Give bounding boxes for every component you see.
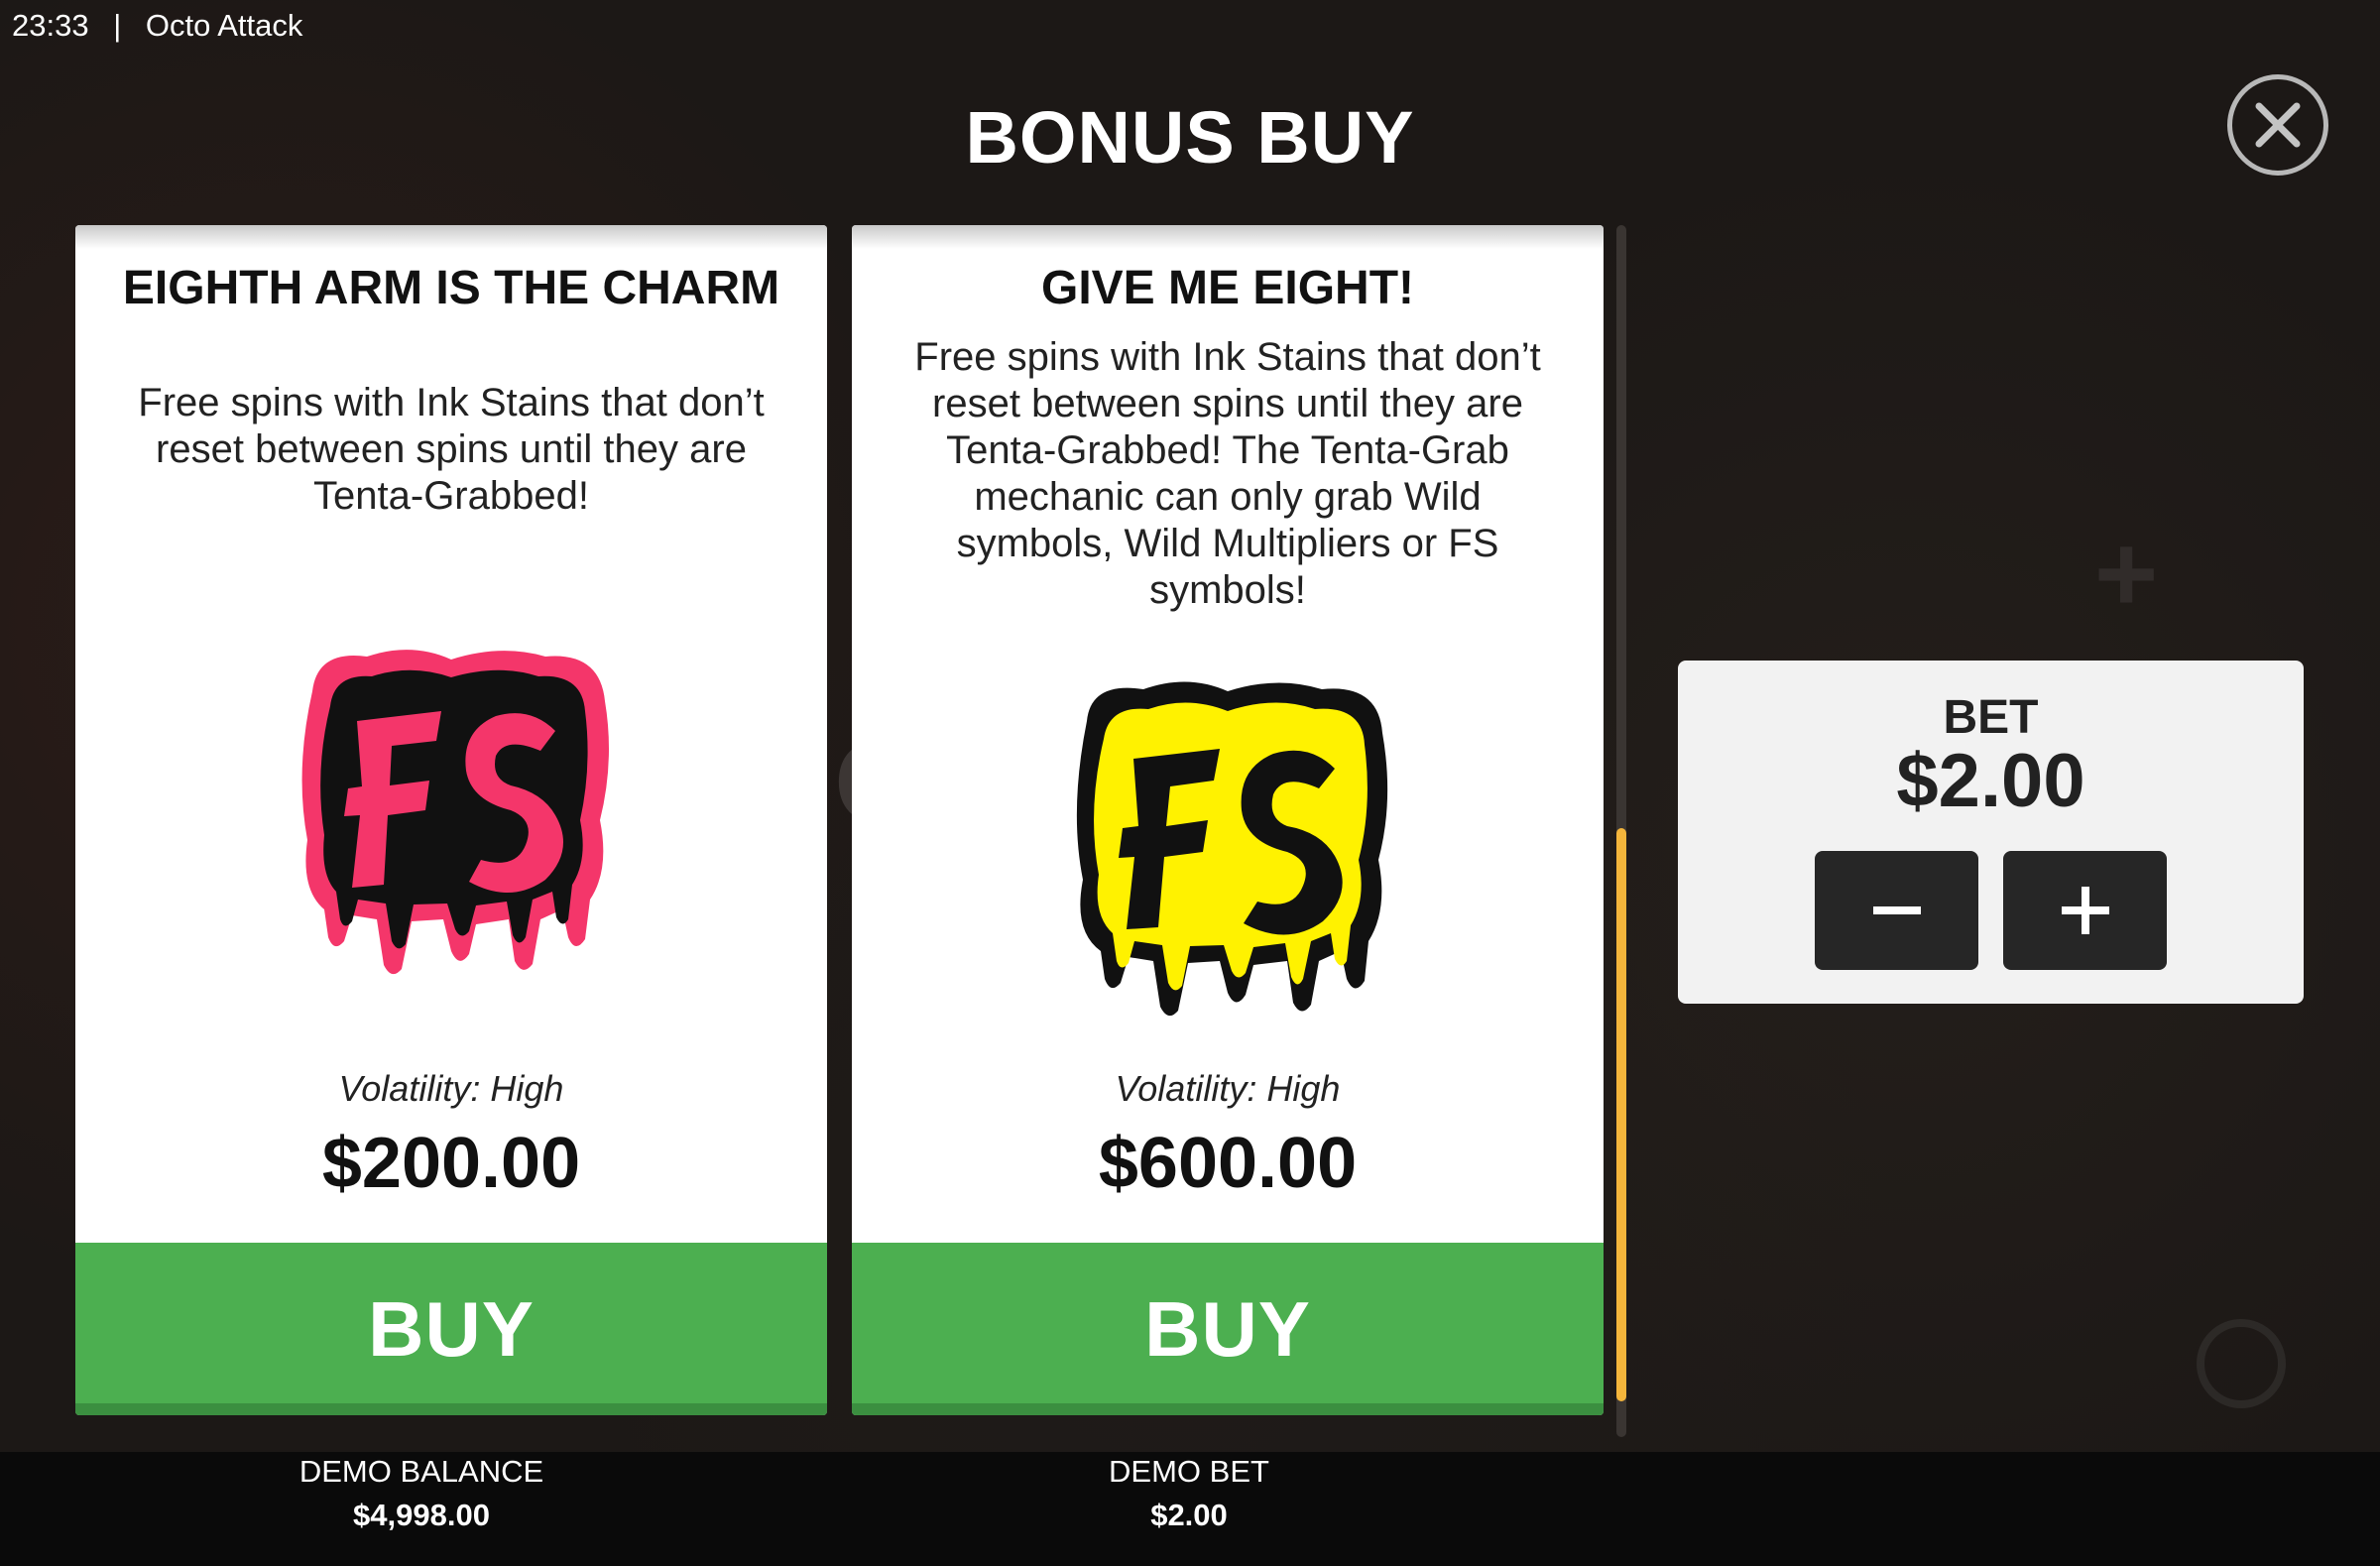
decrease-bet-button[interactable] <box>1815 851 1978 970</box>
card-volatility: Volatility: High <box>1115 1068 1341 1109</box>
buy-button-give-me-eight[interactable]: BUY <box>852 1243 1604 1415</box>
card-shadow <box>852 225 1604 249</box>
scrollbar-thumb[interactable] <box>1616 828 1626 1401</box>
card-shadow <box>75 225 827 249</box>
bet-label: BET <box>1943 691 2039 744</box>
card-description: Free spins with Ink Stains that don’t re… <box>914 335 1541 612</box>
card-title: EIGHTH ARM IS THE CHARM <box>122 262 780 314</box>
status-separator: | <box>113 8 122 43</box>
card-price: $200.00 <box>321 1124 581 1203</box>
background-plus-icon: + <box>2094 513 2159 635</box>
fs-yellow-ink-icon <box>1049 662 1406 1019</box>
minus-icon <box>1872 906 1921 914</box>
page-title: BONUS BUY <box>965 96 1415 179</box>
clock: 23:33 <box>12 8 89 43</box>
buy-button-eighth-arm[interactable]: BUY <box>75 1243 827 1415</box>
demo-bet-value: $2.00 <box>1150 1498 1228 1532</box>
demo-bet-label: DEMO BET <box>1109 1454 1269 1489</box>
bet-value: $2.00 <box>1896 739 2085 823</box>
close-button[interactable] <box>2227 74 2328 176</box>
increase-bet-button[interactable] <box>2003 851 2167 970</box>
demo-balance: DEMO BALANCE $4,998.00 <box>223 1454 620 1533</box>
bet-panel: BET $2.00 <box>1678 661 2304 1004</box>
background-refresh-icon <box>2197 1319 2286 1408</box>
bonus-card-eighth-arm: EIGHTH ARM IS THE CHARM Free spins with … <box>75 225 827 1415</box>
demo-balance-value: $4,998.00 <box>353 1498 490 1532</box>
card-price: $600.00 <box>1098 1124 1358 1203</box>
demo-bet: DEMO BET $2.00 <box>991 1454 1387 1533</box>
status-bar: 23:33 | Octo Attack <box>12 8 302 44</box>
bonus-card-give-me-eight: GIVE ME EIGHT! Free spins with Ink Stain… <box>852 225 1604 1415</box>
card-description: Free spins with Ink Stains that don’t re… <box>138 381 765 518</box>
card-volatility: Volatility: High <box>338 1068 564 1109</box>
close-icon <box>2255 102 2301 148</box>
plus-icon <box>2061 887 2109 934</box>
game-name: Octo Attack <box>145 8 303 43</box>
demo-balance-label: DEMO BALANCE <box>298 1454 544 1489</box>
card-title: GIVE ME EIGHT! <box>1040 262 1415 314</box>
fs-pink-ink-icon <box>273 622 630 979</box>
